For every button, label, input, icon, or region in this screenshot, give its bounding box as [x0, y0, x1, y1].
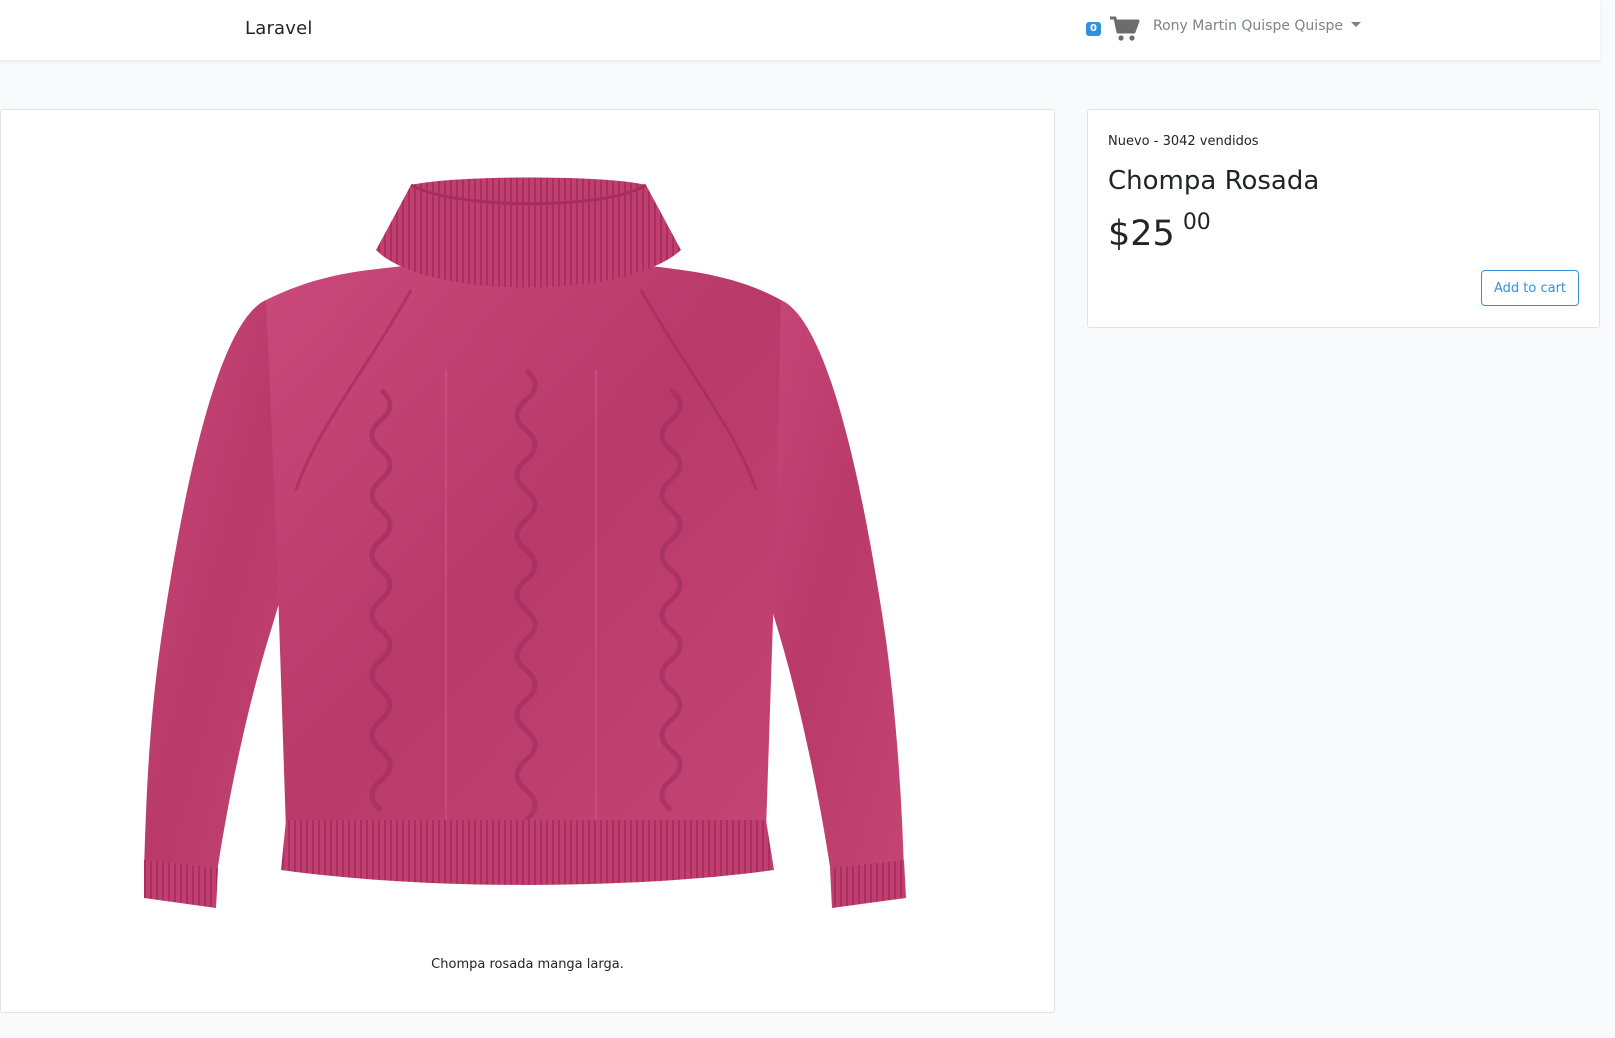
price-cents: 00 [1182, 210, 1211, 235]
product-meta: Nuevo - 3042 vendidos [1108, 134, 1259, 149]
price-main: $25 [1108, 214, 1175, 254]
product-caption: Chompa rosada manga larga. [431, 957, 624, 972]
brand-link[interactable]: Laravel [245, 18, 313, 39]
cart-count-badge: 0 [1086, 22, 1101, 36]
product-title: Chompa Rosada [1108, 166, 1320, 196]
user-name: Rony Martin Quispe Quispe [1153, 18, 1343, 34]
shopping-cart-icon[interactable] [1110, 16, 1140, 42]
product-image-card: Chompa rosada manga larga. [0, 109, 1055, 1013]
product-price: $25 00 [1108, 210, 1211, 254]
product-info-card: Nuevo - 3042 vendidos Chompa Rosada $25 0… [1087, 109, 1600, 328]
product-image [144, 177, 906, 908]
top-navbar: Laravel 0 Rony Martin Quispe Quispe [0, 0, 1600, 60]
user-dropdown[interactable]: Rony Martin Quispe Quispe [1153, 18, 1361, 34]
add-to-cart-button[interactable]: Add to cart [1481, 270, 1579, 306]
caret-down-icon [1351, 22, 1361, 27]
